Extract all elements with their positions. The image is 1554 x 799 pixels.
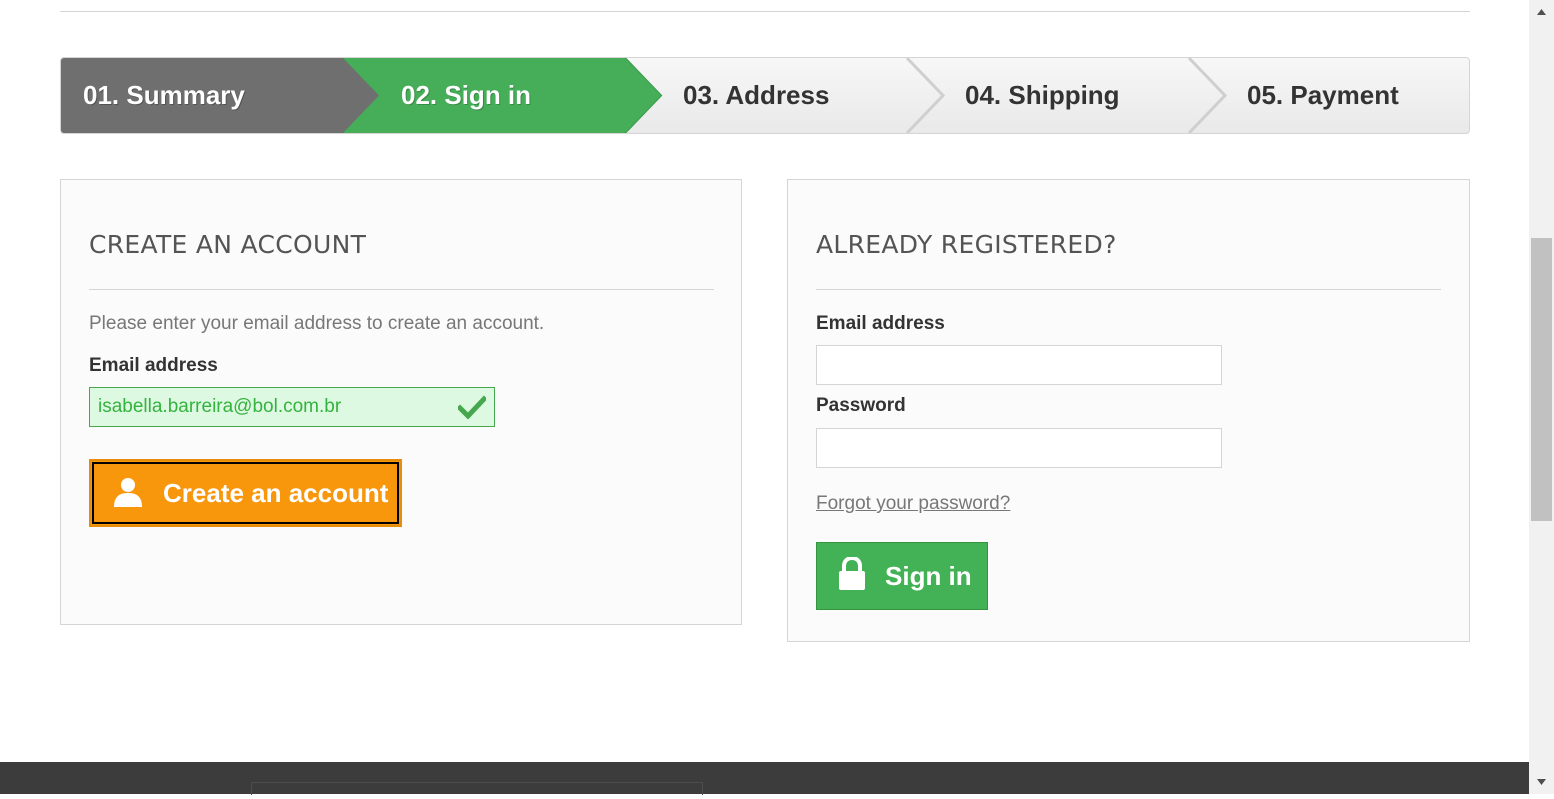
- create-email-label: Email address: [89, 355, 218, 376]
- create-account-panel: CREATE AN ACCOUNT Please enter your emai…: [60, 179, 742, 625]
- vertical-scrollbar[interactable]: [1529, 0, 1554, 794]
- create-email-field-wrapper: [89, 387, 495, 427]
- arrow-down-icon[interactable]: [1529, 769, 1554, 794]
- checkout-steps: 01. Summary 02. Sign in 03. Address 04. …: [60, 57, 1470, 134]
- login-heading: ALREADY REGISTERED?: [816, 230, 1117, 259]
- step-label: 02. Sign in: [401, 80, 532, 110]
- login-email-input[interactable]: [817, 346, 1221, 384]
- password-input[interactable]: [817, 429, 1221, 467]
- sign-in-button-label: Sign in: [885, 561, 972, 591]
- password-label: Password: [816, 395, 906, 416]
- lock-icon: [839, 557, 865, 590]
- create-account-button-label: Create an account: [163, 478, 389, 508]
- create-email-input[interactable]: [90, 388, 494, 426]
- heading-divider: [89, 289, 714, 290]
- step-payment[interactable]: 05. Payment: [1189, 58, 1469, 133]
- create-account-heading: CREATE AN ACCOUNT: [89, 230, 367, 259]
- step-summary[interactable]: 01. Summary: [61, 58, 381, 133]
- top-divider: [60, 11, 1470, 12]
- footer: [0, 762, 1529, 795]
- step-label: 03. Address: [683, 80, 830, 110]
- login-email-label: Email address: [816, 313, 945, 334]
- scrollbar-thumb[interactable]: [1531, 238, 1552, 521]
- step-label: 01. Summary: [83, 80, 245, 110]
- create-account-intro: Please enter your email address to creat…: [89, 313, 545, 334]
- step-address[interactable]: 03. Address: [625, 58, 945, 133]
- create-account-button[interactable]: Create an account: [89, 459, 402, 527]
- check-icon: [458, 395, 486, 419]
- footer-block: [251, 782, 703, 795]
- forgot-password-link[interactable]: Forgot your password?: [816, 493, 1010, 515]
- step-label: 05. Payment: [1247, 80, 1399, 110]
- password-field-wrapper: [816, 428, 1222, 468]
- arrow-up-icon[interactable]: [1529, 0, 1554, 25]
- user-icon: [114, 478, 142, 507]
- step-sign-in[interactable]: 02. Sign in: [343, 58, 663, 133]
- heading-divider: [816, 289, 1441, 290]
- sign-in-button[interactable]: Sign in: [816, 542, 988, 610]
- step-shipping[interactable]: 04. Shipping: [907, 58, 1227, 133]
- step-label: 04. Shipping: [965, 80, 1120, 110]
- login-panel: ALREADY REGISTERED? Email address Passwo…: [787, 179, 1470, 642]
- login-email-field-wrapper: [816, 345, 1222, 385]
